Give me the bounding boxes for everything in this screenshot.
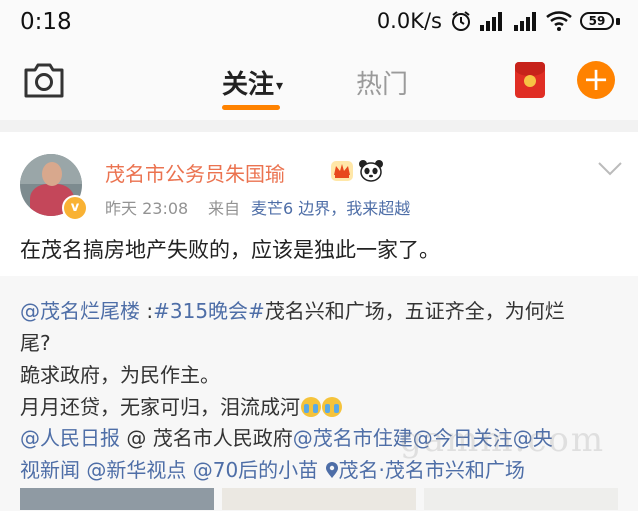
signal-icon: [514, 12, 536, 31]
retweet-line: 跪求政府，为民作主。: [20, 363, 220, 387]
post-image-thumbnail[interactable]: [222, 488, 416, 510]
chevron-down-icon[interactable]: [598, 162, 622, 176]
active-tab-indicator: [222, 105, 280, 110]
red-packet-button[interactable]: [515, 62, 545, 98]
add-icon[interactable]: +: [577, 61, 615, 99]
post-image-thumbnail[interactable]: [424, 488, 618, 510]
author-name[interactable]: 茂名市公务员朱国瑜: [105, 158, 285, 187]
mention-link[interactable]: @茂名烂尾楼: [20, 299, 140, 323]
tab-follow-label: 关注: [222, 70, 275, 100]
caret-down-icon: ▾: [276, 77, 284, 94]
mention-link[interactable]: 视新闻: [20, 458, 80, 482]
topic-link[interactable]: #315晚会#: [153, 299, 265, 323]
post-time: 昨天 23:08: [105, 199, 189, 218]
location-link[interactable]: 茂名·茂名市兴和广场: [339, 458, 525, 482]
alarm-icon: [452, 11, 470, 31]
battery-level: 59: [580, 12, 614, 30]
post-source[interactable]: 麦芒6 边界，我来超越: [251, 195, 410, 219]
retweet-line: @茂名烂尾楼 :#315晚会#茂名兴和广场，五证齐全，为何烂: [20, 299, 565, 323]
tab-follow[interactable]: 关注 ▾: [222, 64, 283, 101]
verified-icon: v: [62, 195, 88, 221]
crown-icon[interactable]: [330, 158, 354, 182]
crying-emoji-icon: [322, 397, 342, 417]
battery-icon: 59: [580, 10, 620, 32]
wifi-icon: [546, 11, 572, 31]
post-text: 在茂名搞房地产失败的，应该是独此一家了。: [20, 238, 440, 262]
status-icons: 0.0K/s 59: [377, 9, 620, 33]
mention-link[interactable]: @70后的小苗: [193, 458, 318, 482]
top-nav: 关注 ▾ 热门 +: [0, 46, 638, 120]
post-image-thumbnail[interactable]: [20, 488, 214, 510]
crying-emoji-icon: [301, 397, 321, 417]
retweet-line: 月月还贷，无家可归，泪流成河: [20, 391, 342, 420]
watermark: gamm.com: [400, 420, 606, 460]
location-icon: [325, 462, 338, 478]
panda-icon[interactable]: [358, 158, 384, 182]
network-speed: 0.0K/s: [376, 9, 442, 33]
mention-link[interactable]: @茂名市住建: [293, 426, 413, 450]
signal-hd-icon: [480, 12, 502, 31]
retweet-line: 尾?: [20, 331, 51, 355]
mention-link[interactable]: @人民日报: [20, 426, 120, 450]
retweet-block[interactable]: @茂名烂尾楼 :#315晚会#茂名兴和广场，五证齐全，为何烂 尾? 跪求政府，为…: [0, 276, 638, 511]
divider: [0, 120, 638, 132]
tab-hot[interactable]: 热门: [356, 64, 408, 101]
camera-button[interactable]: [22, 60, 66, 100]
mention-link[interactable]: @新华视点: [86, 458, 186, 482]
camera-icon: [24, 63, 64, 98]
status-time: 0:18: [20, 9, 72, 35]
red-packet-icon: [515, 62, 545, 76]
status-bar: 0:18 0.0K/s 59: [0, 0, 638, 46]
source-prefix: 来自: [208, 199, 241, 218]
